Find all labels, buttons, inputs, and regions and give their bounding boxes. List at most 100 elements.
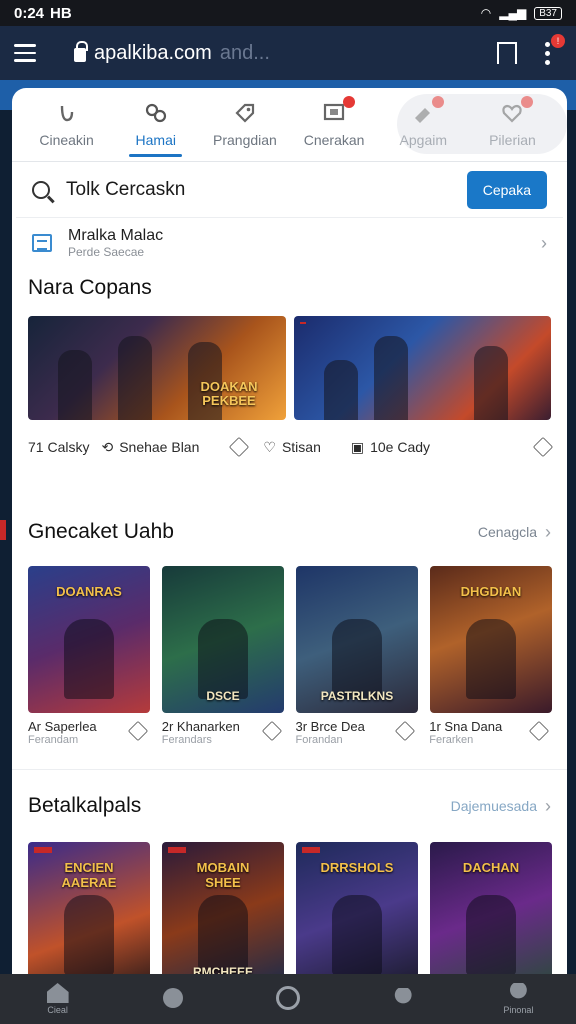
tab-prangdian[interactable]: Prangdian	[200, 88, 289, 161]
game-tile[interactable]: MOBAIN SHEE RMCHEEE	[162, 842, 284, 978]
nav-search[interactable]	[115, 988, 230, 1010]
info-title: Mralka Malac	[68, 227, 164, 244]
url-text-faded: and...	[219, 41, 270, 64]
nav-profile[interactable]	[346, 988, 461, 1010]
featured-banners: DOAKAN PEKBEE	[12, 316, 567, 420]
record-icon	[276, 986, 300, 1010]
signal-icon: ▂▄▆	[499, 6, 527, 20]
game-tile[interactable]: PASTRLKNS	[296, 566, 418, 713]
menu-icon[interactable]	[14, 33, 54, 73]
wifi-icon: ◠	[480, 6, 492, 20]
meta-text: 71 Calsky	[28, 439, 90, 455]
side-edge	[0, 520, 6, 540]
overflow-menu-icon[interactable]: !	[545, 33, 565, 65]
search-input[interactable]: Tolk Cercaskn	[66, 179, 185, 201]
section-header: Gnecaket Uahb Cenagcla ›	[12, 510, 567, 554]
game-tile[interactable]: DACHAN	[430, 842, 552, 978]
alert-badge	[343, 96, 356, 108]
divider	[12, 769, 567, 770]
tab-label: Prangdian	[213, 132, 277, 148]
nav-label: Pinonal	[503, 1005, 534, 1015]
banner-tag	[299, 322, 306, 324]
game-tiles: DOANRAS DSCE PASTRLKNS DHGDIAN	[12, 566, 567, 713]
featured-banner[interactable]: DOAKAN PEKBEE	[28, 316, 286, 420]
game-tile[interactable]: DSCE	[162, 566, 284, 713]
alert-badge	[432, 96, 445, 108]
bookmark-icon[interactable]	[497, 42, 517, 64]
chevron-right-icon: ›	[541, 232, 547, 253]
see-more-link[interactable]: Cenagcla	[478, 524, 537, 540]
meta-item: ⟲ Snehae Blan	[101, 439, 199, 456]
chevron-right-icon: ›	[545, 795, 551, 816]
calendar-icon: ▣	[350, 438, 365, 455]
tile-sub: Ferandam	[28, 734, 79, 746]
tile-tag	[302, 847, 320, 853]
see-more-link[interactable]: Dajemuesada	[451, 798, 537, 814]
profile-icon	[394, 988, 412, 1004]
main-card: Cineakin Hamai Prangdian Cnerakan Apgaim…	[12, 88, 567, 978]
document-icon	[32, 234, 52, 252]
tag-icon	[232, 100, 258, 126]
tile-meta: 3r Brce Dea Forandan	[296, 719, 418, 761]
circle-arrow-icon: ⟲	[101, 438, 114, 455]
game-tile[interactable]: DHGDIAN	[430, 566, 552, 713]
character-figure	[332, 619, 382, 699]
meta-item: ▣ 10e Cady	[351, 439, 430, 456]
nav-home[interactable]: Cieal	[0, 983, 115, 1015]
search-bar[interactable]: Tolk Cercaskn Cepaka	[16, 162, 563, 218]
tile-tag	[34, 847, 52, 853]
game-tile[interactable]: DRRSHOLS	[296, 842, 418, 978]
nav-account[interactable]: Pinonal	[461, 983, 576, 1015]
tile-title: DSCE	[206, 689, 240, 703]
home-icon	[46, 983, 69, 1003]
tab-cineakin[interactable]: Cineakin	[22, 88, 111, 161]
tile-title: PASTRLKNS	[320, 689, 394, 703]
meta-item: ♡ Stisan	[263, 439, 320, 456]
section-title: Betalkalpals	[28, 794, 142, 817]
character-figure	[198, 895, 248, 975]
refresh-icon	[54, 100, 80, 126]
controller-icon	[143, 100, 169, 126]
pencil-icon[interactable]	[532, 436, 554, 458]
chevron-right-icon: ›	[545, 521, 551, 542]
tab-pilerian[interactable]: Pilerian	[468, 88, 557, 161]
nav-record[interactable]	[230, 986, 345, 1012]
info-link[interactable]: Mralka Malac Perde Saecae ›	[16, 218, 563, 268]
tab-bar: Cineakin Hamai Prangdian Cnerakan Apgaim…	[12, 88, 567, 162]
account-icon	[509, 983, 527, 999]
bottom-navigation: Cieal Pinonal	[0, 974, 576, 1024]
status-bar: 0:24 HB ◠ ▂▄▆ B37	[0, 0, 576, 26]
search-button[interactable]: Cepaka	[466, 170, 547, 209]
clock: 0:24	[14, 4, 45, 22]
tile-title: DOANRAS	[56, 584, 122, 599]
meta-item: 71 Calsky	[28, 439, 89, 455]
featured-banner[interactable]	[293, 316, 551, 420]
address-bar[interactable]: apalkiba.com and...	[74, 41, 497, 65]
tab-cnerakan[interactable]: Cnerakan	[290, 88, 379, 161]
tab-hamai[interactable]: Hamai	[111, 88, 200, 161]
lock-icon	[74, 41, 88, 62]
section-title: Nara Copans	[28, 276, 152, 299]
game-tiles: ENCIEN AAERAE MOBAIN SHEE RMCHEEE DRRSHOL…	[12, 842, 567, 978]
search-icon	[32, 180, 50, 199]
heart-icon[interactable]: ♡	[263, 439, 276, 456]
tile-title: ENCIEN AAERAE	[61, 860, 117, 890]
tile-sub: Ferandars	[161, 734, 212, 746]
section-title: Gnecaket Uahb	[28, 520, 174, 543]
character-figure	[373, 336, 408, 420]
character-figure	[466, 619, 516, 699]
nav-label: Cieal	[47, 1005, 68, 1015]
browser-toolbar: apalkiba.com and... !	[0, 26, 576, 80]
pencil-icon[interactable]	[229, 436, 250, 458]
notification-badge: !	[551, 33, 565, 48]
game-tile[interactable]: DOANRAS	[28, 566, 150, 713]
character-figure	[473, 346, 508, 420]
banner-title: DOAKAN PEKBEE	[200, 379, 258, 408]
tile-meta: 1r Sna Dana Ferarken	[429, 719, 551, 761]
game-tile[interactable]: ENCIEN AAERAE	[28, 842, 150, 978]
tab-apgaim[interactable]: Apgaim	[379, 88, 468, 161]
tile-title: DACHAN	[462, 860, 520, 875]
tile-title: DHGDIAN	[460, 584, 522, 599]
tab-label: Hamai	[135, 132, 176, 148]
